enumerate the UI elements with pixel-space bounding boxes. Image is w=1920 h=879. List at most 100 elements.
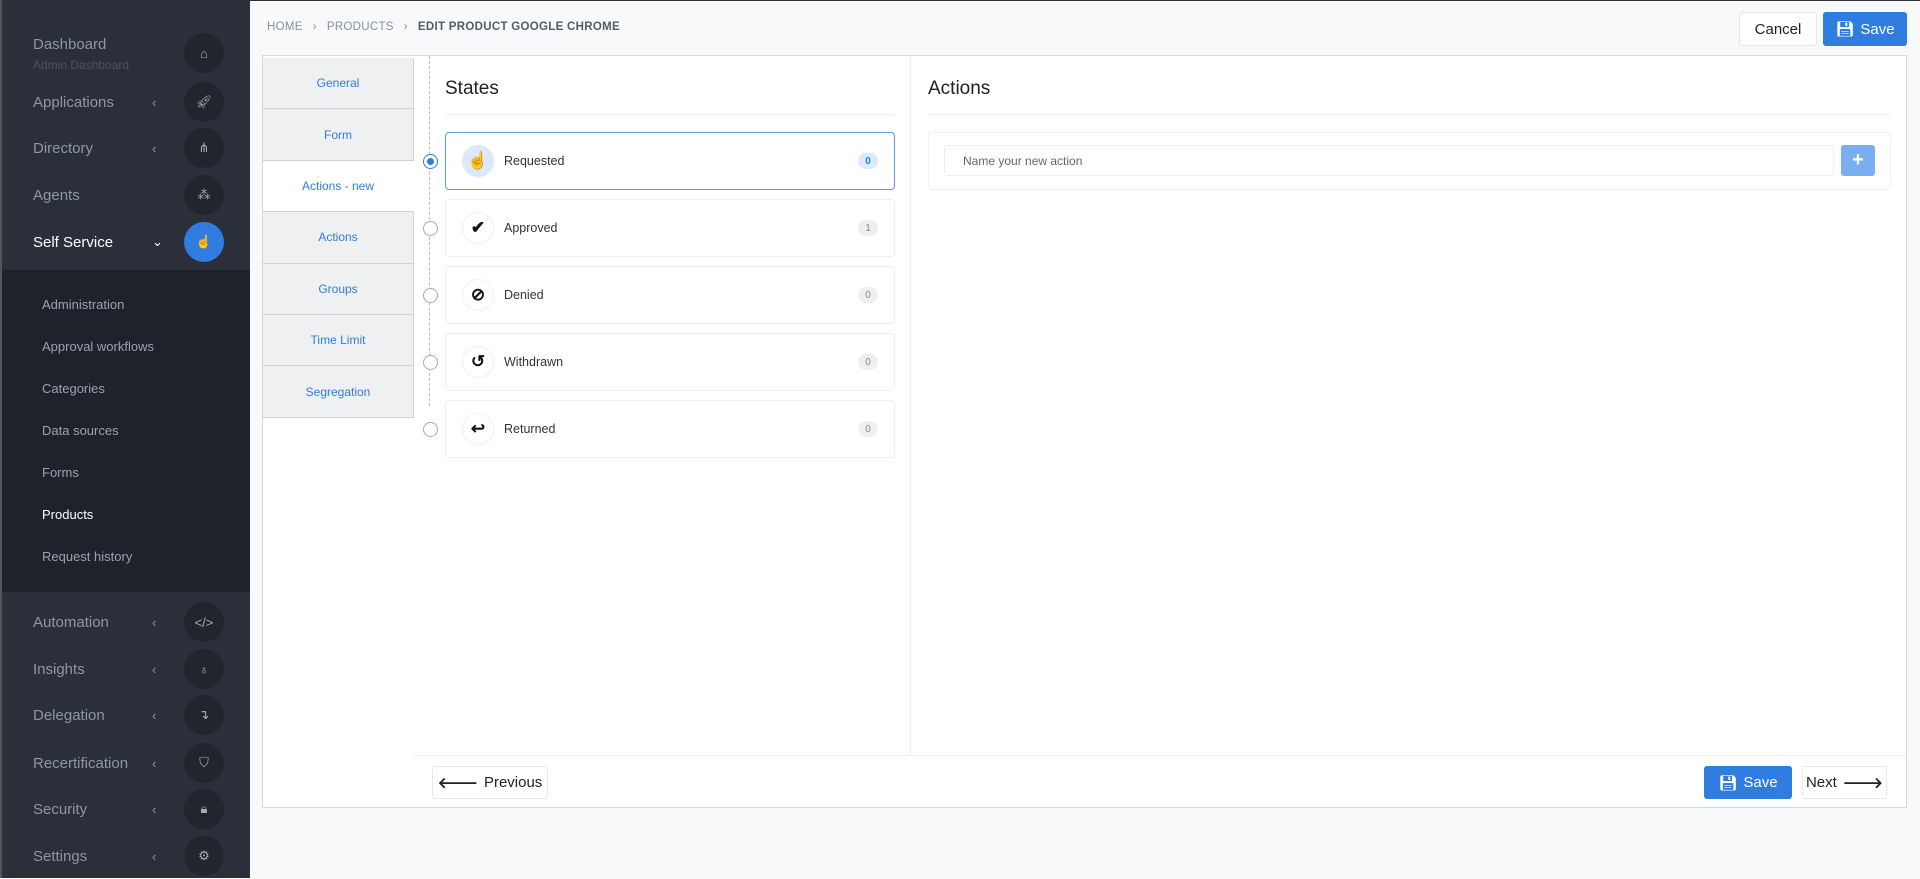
state-name: Withdrawn <box>504 355 564 369</box>
undo-icon: ↺ <box>462 346 494 378</box>
sidebar-item-security[interactable]: Security ‹ 🔒︎ <box>2 786 252 832</box>
submenu-item-products[interactable]: Products <box>42 507 93 522</box>
sidebar-item-label: Security <box>33 800 88 818</box>
lock-icon: 🔒︎ <box>184 789 224 829</box>
sidebar-item-delegation[interactable]: Delegation ‹ ↴ <box>2 692 252 738</box>
state-card-withdrawn[interactable]: ↺ Withdrawn 0 <box>423 333 895 391</box>
reply-icon: ↩ <box>462 413 494 445</box>
breadcrumb-products[interactable]: PRODUCTS <box>327 21 394 33</box>
state-card-approved[interactable]: ✔ Approved 1 <box>423 199 895 257</box>
state-name: Returned <box>504 422 556 436</box>
state-count-badge: 0 <box>858 354 878 370</box>
cancel-button[interactable]: Cancel <box>1739 12 1817 46</box>
state-name: Requested <box>504 154 565 168</box>
states-title: States <box>445 78 499 99</box>
sidebar-item-label: Self Service <box>33 233 114 251</box>
sidebar-item-label: Insights <box>33 660 85 678</box>
state-radio[interactable] <box>423 153 438 169</box>
actions-title: Actions <box>928 78 991 99</box>
sidebar-item-label: Recertification <box>33 754 129 772</box>
chevron-left-icon: ‹ <box>152 801 157 817</box>
state-card-denied[interactable]: ⊘ Denied 0 <box>423 266 895 324</box>
header: HOME › PRODUCTS › EDIT PRODUCT GOOGLE CHRO… <box>250 0 1920 55</box>
breadcrumb-separator: › <box>312 21 317 33</box>
footer-save-label: Save <box>1743 774 1778 791</box>
actions-panel: Actions + <box>911 56 1906 755</box>
arrow-left-icon: 🡐 <box>437 775 478 792</box>
states-panel: States ☝ Requested 0 ✔ Approved 1 ⊘ Denied 0 ↺ Wit… <box>414 56 911 755</box>
chevron-left-icon: ‹ <box>152 755 157 771</box>
chevron-left-icon: ‹ <box>152 661 157 677</box>
sidebar-item-settings[interactable]: Settings ‹ ⚙ <box>2 833 252 879</box>
state-count-badge: 0 <box>858 287 878 303</box>
state-count-badge: 0 <box>858 153 878 169</box>
sidebar-item-automation[interactable]: Automation ‹ </> <box>2 599 252 645</box>
tab-form[interactable]: Form <box>263 109 414 161</box>
state-count-badge: 0 <box>858 421 878 437</box>
breadcrumb: HOME › PRODUCTS › EDIT PRODUCT GOOGLE CHRO… <box>267 21 620 33</box>
rocket-icon: 🚀︎ <box>184 82 224 122</box>
submenu-item-data-sources[interactable]: Data sources <box>42 423 119 438</box>
state-radio[interactable] <box>423 354 438 370</box>
sidebar-item-directory[interactable]: Directory ‹ ⋔ <box>2 125 252 171</box>
sidebar-item-label: Applications <box>33 93 114 111</box>
divider <box>928 114 1891 115</box>
previous-label: Previous <box>483 774 543 791</box>
previous-button[interactable]: 🡐 Previous <box>432 766 548 799</box>
chevron-left-icon: ‹ <box>152 140 157 156</box>
sidebar-item-agents[interactable]: Agents ⁂ <box>2 172 252 218</box>
self-service-submenu: Administration Approval workflows Categori… <box>2 270 250 592</box>
next-label: Next <box>1805 774 1837 791</box>
sidebar: Dashboard ⌂ Admin Dashboard Applications ‹ 🚀︎… <box>0 0 250 878</box>
state-radio[interactable] <box>423 220 438 236</box>
check-icon: ✔ <box>462 212 494 244</box>
level-down-icon: ↴ <box>184 695 224 735</box>
ban-icon: ⊘ <box>462 279 494 311</box>
sidebar-item-applications[interactable]: Applications ‹ 🚀︎ <box>2 79 252 125</box>
tab-time-limit[interactable]: Time Limit <box>263 314 414 367</box>
arrow-right-icon: 🡒 <box>1842 775 1884 792</box>
tab-groups[interactable]: Groups <box>263 263 414 315</box>
sidebar-item-recertification[interactable]: Recertification ‹ ⛉ <box>2 740 252 786</box>
submenu-item-categories[interactable]: Categories <box>42 381 105 396</box>
code-icon: </> <box>184 602 224 642</box>
new-action-input[interactable] <box>944 145 1834 176</box>
sidebar-item-self-service[interactable]: Self Service ⌄ ☝ <box>2 219 252 265</box>
state-radio[interactable] <box>423 421 438 437</box>
submenu-item-request-history[interactable]: Request history <box>42 549 132 564</box>
state-radio[interactable] <box>423 287 438 303</box>
tab-general[interactable]: General <box>263 58 414 110</box>
wizard-footer: 🡐 Previous 💾︎ Save Next 🡒 <box>414 755 1906 808</box>
hand-pointer-icon: ☝ <box>462 145 494 177</box>
state-card-returned[interactable]: ↩ Returned 0 <box>423 400 895 458</box>
cog-icon: ⚙ <box>184 836 224 876</box>
divider <box>445 114 895 115</box>
sidebar-item-label: Agents <box>33 186 80 204</box>
breadcrumb-home[interactable]: HOME <box>267 21 303 33</box>
submenu-item-approval-workflows[interactable]: Approval workflows <box>42 339 154 354</box>
tab-actions[interactable]: Actions <box>263 212 414 264</box>
tab-list: General Form Actions - new Actions Groups Tim… <box>263 58 414 418</box>
next-button[interactable]: Next 🡒 <box>1802 766 1887 799</box>
chevron-left-icon: ‹ <box>152 614 157 630</box>
lightbulb-icon: ♁ <box>184 649 224 689</box>
sidebar-item-label: Automation <box>33 613 109 631</box>
plus-icon: + <box>1852 149 1864 171</box>
submenu-item-administration[interactable]: Administration <box>42 297 124 312</box>
submenu-item-forms[interactable]: Forms <box>42 465 79 480</box>
tab-segregation[interactable]: Segregation <box>263 366 414 418</box>
cubes-icon: ⁂ <box>184 175 224 215</box>
breadcrumb-separator: › <box>403 21 408 33</box>
save-icon: 💾︎ <box>1835 21 1855 38</box>
state-name: Approved <box>504 221 558 235</box>
tab-actions-new[interactable]: Actions - new <box>263 160 414 213</box>
state-card-requested[interactable]: ☝ Requested 0 <box>423 132 895 190</box>
sidebar-item-insights[interactable]: Insights ‹ ♁ <box>2 646 252 692</box>
sitemap-icon: ⋔ <box>184 128 224 168</box>
chevron-left-icon: ‹ <box>152 848 157 864</box>
state-name: Denied <box>504 288 544 302</box>
footer-save-button[interactable]: 💾︎ Save <box>1704 766 1792 799</box>
add-action-button[interactable]: + <box>1841 145 1875 176</box>
sidebar-item-label: Settings <box>33 847 88 865</box>
save-button[interactable]: 💾︎ Save <box>1823 12 1907 46</box>
